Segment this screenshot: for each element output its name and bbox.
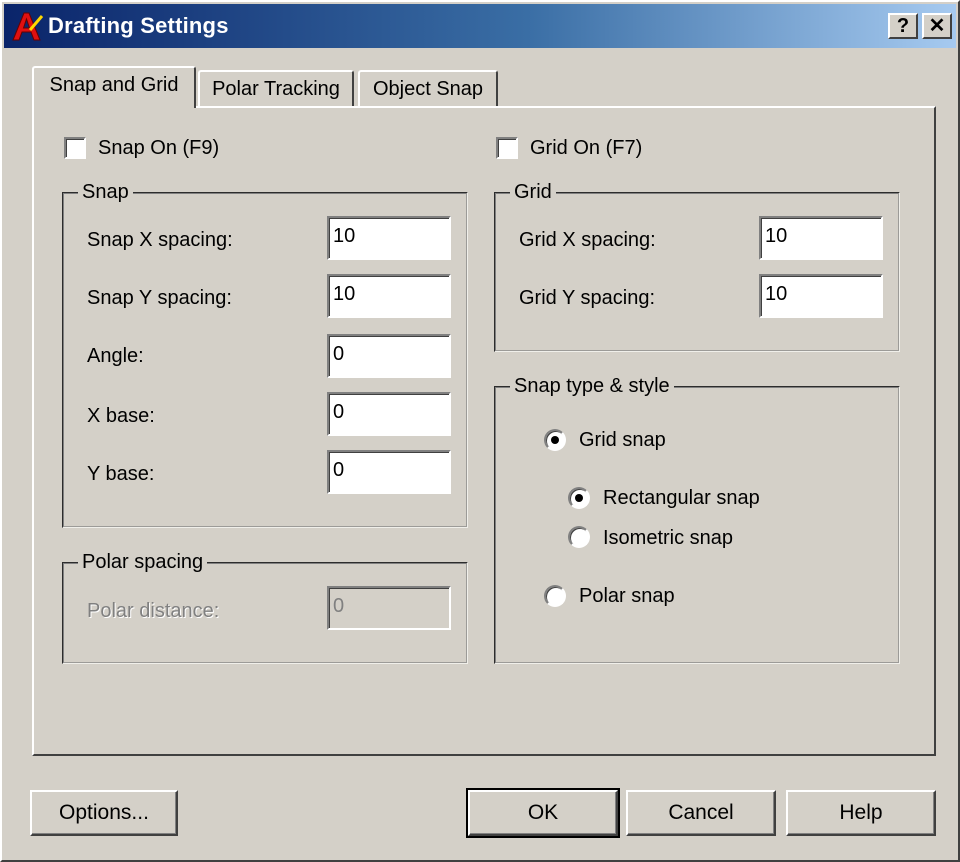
title-bar[interactable]: Drafting Settings ? ✕ xyxy=(4,4,956,48)
autocad-icon xyxy=(12,12,44,41)
window-title: Drafting Settings xyxy=(48,13,229,38)
close-icon[interactable]: ✕ xyxy=(922,13,952,39)
drafting-settings-dialog: Drafting Settings ? ✕ Snap and Grid Pola… xyxy=(0,0,960,862)
help-button[interactable]: Help xyxy=(786,790,936,836)
help-icon[interactable]: ? xyxy=(888,13,918,39)
tab-label: Snap and Grid xyxy=(49,74,179,96)
tab-label: Object Snap xyxy=(372,78,484,100)
tab-polar-tracking[interactable]: Polar Tracking xyxy=(198,70,354,108)
tab-snap-and-grid[interactable]: Snap and Grid xyxy=(32,66,196,108)
ok-button[interactable]: OK xyxy=(466,788,620,838)
options-button[interactable]: Options... xyxy=(30,790,178,836)
tab-object-snap[interactable]: Object Snap xyxy=(358,70,498,108)
tab-label: Polar Tracking xyxy=(212,78,340,100)
cancel-button[interactable]: Cancel xyxy=(626,790,776,836)
tab-panel-snap-and-grid xyxy=(32,106,936,756)
